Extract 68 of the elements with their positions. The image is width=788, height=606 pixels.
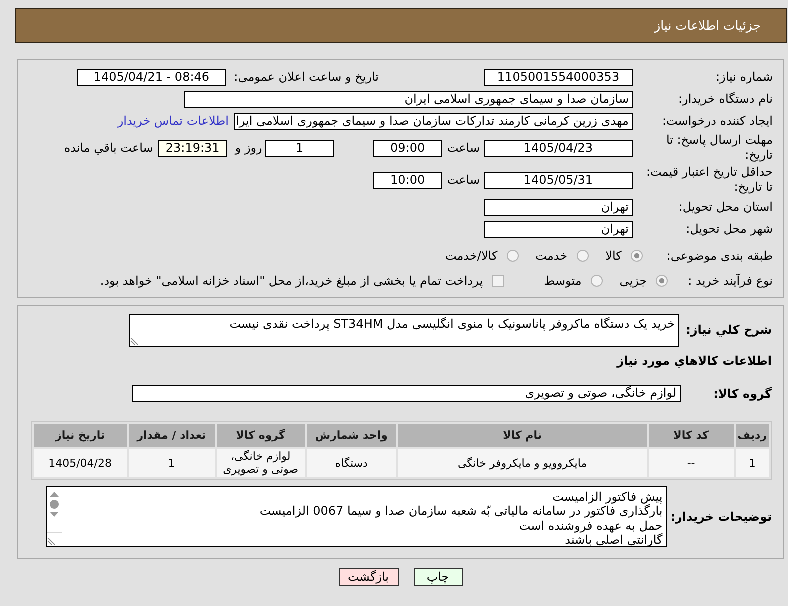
field-label: نام دستگاه خریدار: xyxy=(678,92,773,106)
validity-time-field[interactable]: 10:00 xyxy=(373,172,442,188)
field-label: شماره نیاز: xyxy=(715,70,773,84)
field-label: شرح کلي نیاز: xyxy=(686,323,772,337)
field-label: نوع فرآیند خرید : xyxy=(688,274,773,288)
field-label: تاریخ و ساعت اعلان عمومی: xyxy=(234,70,379,84)
column-header: گروه کالا xyxy=(216,424,305,447)
option-label: جزیی xyxy=(620,274,648,288)
remaining-time-field[interactable]: 23:19:31 xyxy=(158,140,228,156)
table-cell: دستگاه xyxy=(306,449,396,477)
radio-button[interactable] xyxy=(656,274,668,286)
table-cell: مایکروویو و مایکروفر خانگی xyxy=(398,449,647,477)
field-label: حداقل تاریخ اعتبار قیمت: تا تاریخ: xyxy=(645,165,773,195)
scroll-up-icon[interactable] xyxy=(50,492,59,497)
field-label: مهلت ارسال پاسخ: تا تاریخ: xyxy=(665,133,773,163)
field-label: ساعت xyxy=(447,141,480,155)
back-button[interactable]: بازگشت xyxy=(338,568,398,586)
field-label: استان محل تحویل: xyxy=(678,200,773,214)
column-header: واحد شمارش xyxy=(306,424,396,447)
field-label: توضیحات خریدار: xyxy=(670,510,772,524)
description-field[interactable]: خرید یک دستگاه ماکروفر پاناسونیک با منوی انگلیسی مدل ST34HM پرداخت نقدی نیست xyxy=(129,314,680,346)
province-field[interactable]: تهران xyxy=(484,198,633,216)
field-label: طبقه بندی موضوعی: xyxy=(666,249,773,263)
buyer-contact-link[interactable]: اطلاعات تماس خریدار xyxy=(118,114,229,128)
scroll-down-icon[interactable] xyxy=(50,512,59,517)
requester-field[interactable]: مهدی زرین کرمانی کارمند تدارکات سازمان صدا و سیمای جمهوری اسلامی ایرا xyxy=(234,112,633,130)
option-label: خدمت xyxy=(536,249,568,263)
table-cell: 1 xyxy=(736,449,769,477)
checkbox-label: پرداخت تمام یا بخشی از مبلغ خرید،از محل "اسناد خزانه اسلامی" خواهد بود. xyxy=(100,274,484,288)
field-label: شهر محل تحویل: xyxy=(685,222,773,236)
city-field[interactable]: تهران xyxy=(484,220,633,238)
option-label: کالا/خدمت xyxy=(445,249,498,263)
need-number-field[interactable]: 1105001554000353 xyxy=(484,68,633,86)
announcement-date-field[interactable]: 1405/04/21 - 08:46 xyxy=(77,68,226,86)
notes-field[interactable]: پیش فاکتور الزامیست بارگذاری فاکتور در سامانه مالیاتی بّه شعبه سازمان صدا و سیما 0067 الزامیست حمل به عهده فروشنده است گارانتی اصلی باشند xyxy=(46,486,667,547)
resize-grip-icon[interactable] xyxy=(46,538,55,545)
buyer-name-field[interactable]: سازمان صدا و سیمای جمهوری اسلامی ایران xyxy=(184,90,633,108)
scroll-thumb-icon[interactable] xyxy=(50,500,59,509)
deadline-time-field[interactable]: 09:00 xyxy=(373,140,442,156)
print-button[interactable]: چاپ xyxy=(414,568,462,586)
field-label: روز و xyxy=(235,141,262,155)
field-label: ساعت xyxy=(447,173,480,187)
page-title: جزئیات اطلاعات نیاز xyxy=(654,18,761,33)
validity-date-field[interactable]: 1405/05/31 xyxy=(484,172,633,188)
column-header: ردیف xyxy=(736,424,769,447)
days-field[interactable]: 1 xyxy=(265,140,334,156)
table-cell: 1405/04/28 xyxy=(34,449,127,477)
field-label: ایجاد کننده درخواست: xyxy=(661,114,773,128)
field-label: ساعت باقي مانده xyxy=(64,141,154,155)
section-heading: اطلاعات کالاهاي مورد نیاز xyxy=(617,354,772,369)
goods-group-field[interactable]: لوازم خانگی، صوتی و تصویری xyxy=(132,385,681,402)
radio-button[interactable] xyxy=(630,250,643,262)
column-header: تاریخ نیاز xyxy=(34,424,127,447)
table-cell: 1 xyxy=(128,449,215,477)
radio-button[interactable] xyxy=(506,250,519,262)
checkbox[interactable] xyxy=(492,274,504,286)
deadline-date-field[interactable]: 1405/04/23 xyxy=(484,140,633,156)
resize-grip-icon[interactable] xyxy=(130,338,138,344)
column-header: کد کالا xyxy=(648,424,734,447)
column-header: تعداد / مقدار xyxy=(128,424,215,447)
option-label: متوسط xyxy=(544,274,582,288)
table-cell: -- xyxy=(648,449,734,477)
radio-button[interactable] xyxy=(576,250,589,262)
table-cell: لوازم خانگی، صوتی و تصویری xyxy=(216,449,305,477)
radio-button[interactable] xyxy=(590,274,603,286)
field-label: گروه کالا: xyxy=(714,386,772,400)
column-header: نام کالا xyxy=(398,424,647,447)
option-label: کالا xyxy=(606,249,622,263)
